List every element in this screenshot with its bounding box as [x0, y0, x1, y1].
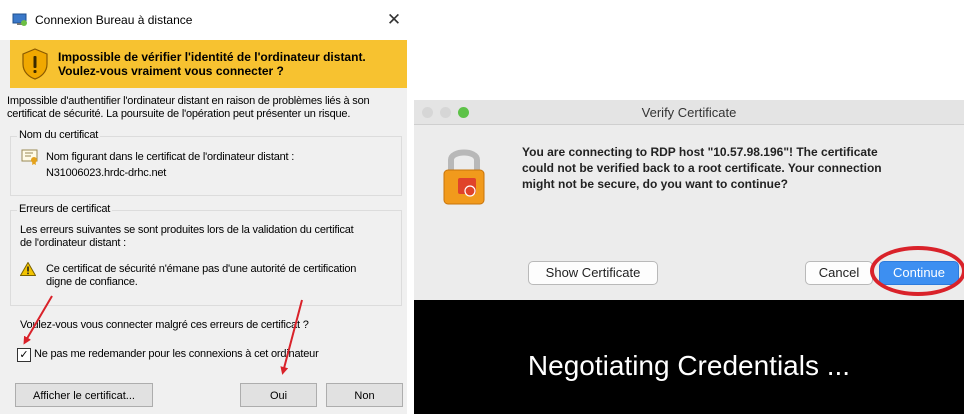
message-line-3: might not be secure, do you want to cont…: [522, 177, 789, 191]
cancel-button[interactable]: Cancel: [805, 261, 873, 285]
message-line-1: You are connecting to RDP host "10.57.98…: [522, 145, 878, 159]
annotation-circle: [870, 246, 964, 296]
verify-certificate-dialog: Verify Certificate You are connecting to…: [414, 100, 964, 300]
negotiating-status-text: Negotiating Credentials ...: [527, 350, 851, 381]
rdp-mac-window: Verify Certificate You are connecting to…: [414, 100, 964, 414]
mac-title-bar: Verify Certificate: [414, 100, 964, 125]
certificate-message: You are connecting to RDP host "10.57.98…: [522, 144, 952, 192]
show-certificate-button[interactable]: Show Certificate: [528, 261, 658, 285]
arrow-to-checkbox: [23, 295, 53, 345]
arrow-to-yes-button: [280, 299, 303, 375]
lock-certificate-icon: [443, 149, 485, 205]
message-line-2: could not be verified back to a root cer…: [522, 161, 882, 175]
annotation-arrows: [23, 295, 303, 375]
mac-window-title: Verify Certificate: [641, 105, 737, 120]
